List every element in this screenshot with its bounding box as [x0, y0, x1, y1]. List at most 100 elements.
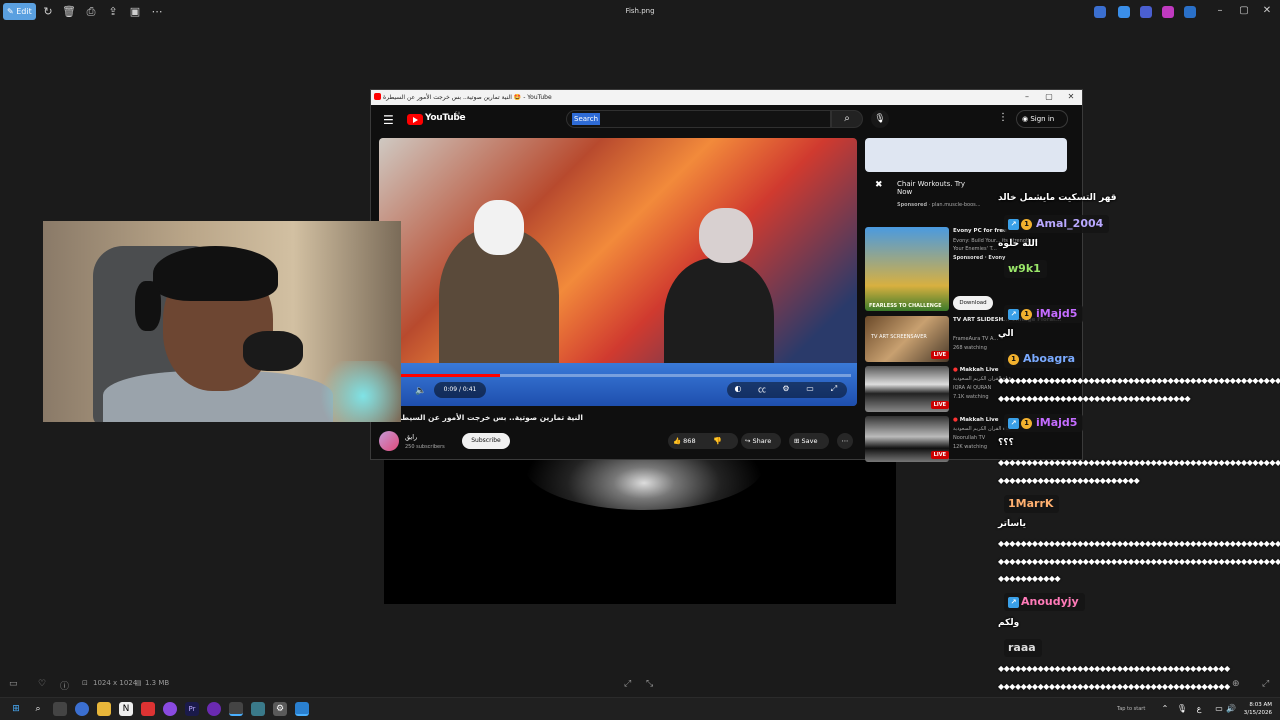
copilot-icon[interactable] — [1094, 6, 1106, 18]
video-title: النية تمارين صوتية.. بس خرجت الأمور عن ا… — [381, 413, 583, 422]
maximize-icon[interactable]: ▢ — [1237, 5, 1251, 16]
chat-message: ياساتر — [998, 519, 1026, 529]
start-windows-icon[interactable]: ⊞ — [9, 702, 23, 716]
chat-message: ◆◆◆◆◆◆◆◆◆◆◆◆◆◆◆◆◆◆◆◆◆◆◆◆◆◆◆◆◆◆◆◆◆◆◆◆◆◆◆◆… — [998, 539, 1280, 548]
vip-badge-icon: ↗ — [1008, 308, 1019, 320]
task-view-icon[interactable] — [53, 702, 67, 716]
mic-tray-icon[interactable]: 🎙 — [1175, 702, 1189, 716]
more-actions-button[interactable]: ⋯ — [837, 433, 853, 449]
streamer-hair — [153, 246, 278, 301]
search-button[interactable]: ⌕ — [831, 110, 863, 128]
video-person-left-head — [474, 200, 524, 255]
chat-username[interactable]: ↗ 1 iMajd5 — [1004, 414, 1084, 432]
channel-name[interactable]: رايق — [405, 433, 417, 441]
fullscreen-icon[interactable]: ⤢ — [827, 384, 841, 394]
edit-app-icon[interactable] — [1118, 6, 1130, 18]
chat-message: قهر التسكيت مايشمل خالد — [998, 193, 1117, 203]
photos-icon[interactable] — [295, 702, 309, 716]
headphones-icon — [135, 281, 161, 331]
browser-close-icon[interactable]: ✕ — [1065, 92, 1077, 101]
chrome-icon[interactable] — [229, 702, 243, 716]
settings-icon[interactable]: ⚙ — [273, 702, 287, 716]
chat-message: ◆◆◆◆◆◆◆◆◆◆◆◆◆◆◆◆◆◆◆◆◆◆◆◆◆◆◆◆◆◆◆◆◆◆◆◆◆◆◆◆… — [998, 664, 1230, 673]
chat-username[interactable]: raaa — [1004, 639, 1042, 657]
chat-username[interactable]: ↗ Anoudyjy — [1004, 593, 1085, 611]
fullscreen-toggle-icon[interactable]: ⤢ — [1262, 679, 1269, 689]
chat-username[interactable]: 1MarrK — [1004, 495, 1060, 513]
ad-sponsor-label: Sponsored — [897, 202, 928, 208]
filmstrip-icon[interactable]: ▭ — [9, 679, 18, 689]
recommendation-thumbnail: LIVE — [865, 366, 949, 412]
system-clock[interactable]: 8:03 AM 3/15/2026 — [1238, 701, 1272, 717]
premiere-icon[interactable]: Pr — [185, 702, 199, 716]
voice-search-button[interactable]: 🎙 — [871, 110, 889, 128]
subscriber-badge-icon: 1 — [1021, 417, 1032, 429]
ad-title[interactable]: Chair Workouts. Try Now — [897, 180, 977, 196]
sign-in-button[interactable]: ◉ Sign in — [1016, 110, 1068, 128]
like-button[interactable]: 👍 868 — [673, 433, 696, 449]
edge-icon[interactable] — [75, 702, 89, 716]
vip-badge-icon: ↗ — [1008, 596, 1019, 608]
designer-icon[interactable] — [1162, 6, 1174, 18]
obs-icon[interactable] — [207, 702, 221, 716]
share-button[interactable]: ↪ Share — [741, 433, 781, 449]
minimize-icon[interactable]: – — [1213, 5, 1227, 16]
recommendation-title-text: Makkah Live — [959, 417, 999, 423]
file-explorer-icon[interactable] — [97, 702, 111, 716]
settings-more-icon[interactable]: ⋮ — [998, 112, 1008, 123]
chat-username[interactable]: 1 Aboagra — [1004, 350, 1082, 368]
browser-maximize-icon[interactable]: ▢ — [1043, 92, 1055, 101]
close-icon[interactable]: ✕ — [1260, 5, 1274, 16]
browser-minimize-icon[interactable]: – — [1021, 92, 1033, 101]
miniplayer-icon[interactable]: ▭ — [803, 384, 817, 393]
share-icon[interactable]: ⇪ — [105, 4, 121, 20]
save-button[interactable]: ⊞ Save — [789, 433, 829, 449]
volume-tray-icon[interactable]: 🔊 — [1224, 702, 1238, 716]
app-icon[interactable] — [251, 702, 265, 716]
clipchamp-icon[interactable] — [1140, 6, 1152, 18]
onedrive-icon[interactable] — [1184, 6, 1196, 18]
info-icon[interactable]: ▣ — [127, 4, 143, 20]
edit-button[interactable]: ✎ Edit — [3, 3, 36, 20]
settings-gear-icon[interactable]: ⚙ — [779, 384, 793, 393]
video-player[interactable]: 🔈 0:09 / 0:41 ◐ ㏄ ⚙ ▭ ⤢ — [379, 138, 857, 406]
youtube-logo-icon[interactable] — [407, 114, 423, 125]
chat-username[interactable]: w9k1 — [1004, 260, 1047, 278]
channel-avatar[interactable] — [379, 431, 399, 451]
fit-to-window-icon[interactable]: ⤢ — [624, 679, 631, 689]
chat-username[interactable]: ↗ 1 Amal_2004 — [1004, 215, 1110, 233]
subscribe-button[interactable]: Subscribe — [462, 433, 510, 449]
notion-icon[interactable]: N — [119, 702, 133, 716]
language-indicator[interactable]: ع — [1192, 702, 1206, 716]
dislike-button[interactable]: 👎 — [713, 433, 722, 449]
download-button[interactable]: Download — [953, 296, 993, 310]
captions-icon[interactable]: ㏄ — [755, 384, 769, 395]
more-options-icon[interactable]: ⋯ — [149, 4, 165, 20]
tray-chevron-icon[interactable]: ⌃ — [1158, 702, 1172, 716]
hamburger-menu-icon[interactable]: ☰ — [383, 113, 394, 127]
live-dot-icon: ● — [953, 367, 958, 373]
autoplay-toggle-icon[interactable]: ◐ — [731, 384, 745, 393]
tap-to-start[interactable]: Tap to start — [1117, 706, 1145, 712]
print-icon[interactable]: ⎙ — [83, 4, 99, 20]
brave-icon[interactable] — [141, 702, 155, 716]
search-text: Search — [572, 113, 601, 125]
delete-icon[interactable]: 🗑 — [61, 4, 77, 20]
bubble-graphic — [524, 460, 764, 510]
sign-in-label: Sign in — [1030, 115, 1055, 123]
discord-icon[interactable] — [163, 702, 177, 716]
volume-icon[interactable]: 🔈 — [415, 386, 426, 396]
youtube-region: SA — [455, 111, 461, 116]
search-input[interactable]: Search — [566, 110, 831, 128]
taskbar-search-icon[interactable]: ⌕ — [31, 702, 45, 716]
progress-bar[interactable] — [401, 374, 851, 377]
file-info-icon[interactable]: ⓘ — [60, 679, 69, 692]
favorite-heart-icon[interactable]: ♡ — [38, 679, 46, 689]
chat-username[interactable]: ↗ 1 iMajd5 — [1004, 305, 1084, 323]
like-count: 868 — [683, 437, 696, 445]
actual-size-icon[interactable]: ⤡ — [646, 679, 653, 689]
webcam-overlay — [43, 221, 401, 422]
chat-username-text: iMajd5 — [1036, 416, 1078, 429]
rotate-icon[interactable]: ↻ — [40, 4, 56, 20]
zoom-in-icon[interactable]: ⊕ — [1232, 679, 1240, 689]
